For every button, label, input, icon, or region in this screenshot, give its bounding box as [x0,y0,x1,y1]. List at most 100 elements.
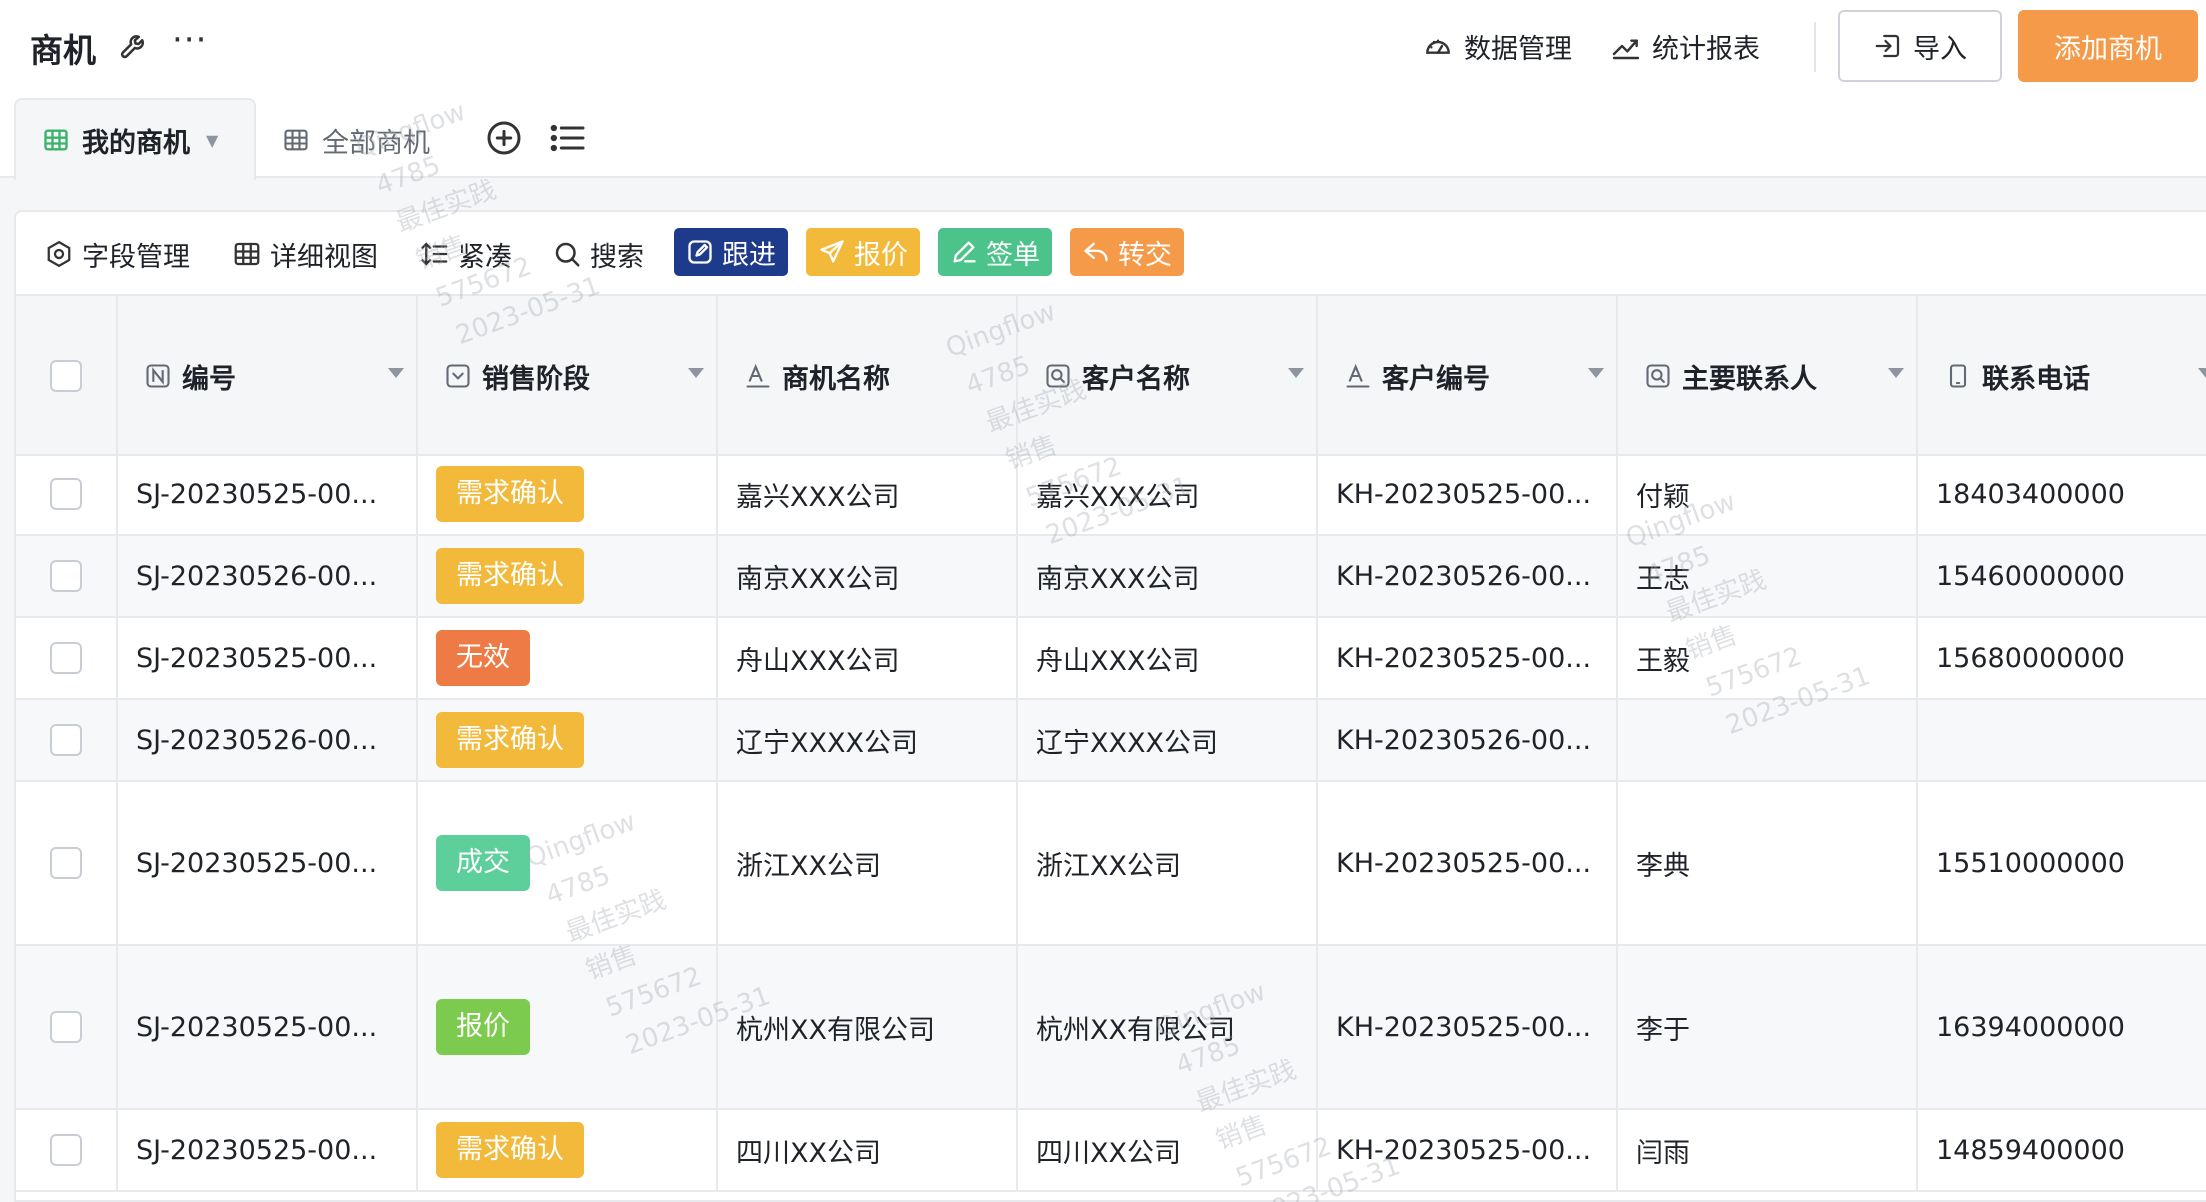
stage-tag: 成交 [436,835,530,891]
cell-customer-id-text: KH-20230525-00... [1336,1011,1592,1043]
add-view-icon[interactable] [484,118,524,158]
cell-id: SJ-20230526-00... [118,536,418,616]
cell-opportunity-name: 舟山XXX公司 [718,618,1018,698]
tab-my-opportunities-label: 我的商机 [82,127,190,159]
caret-down-icon[interactable]: ▼ [206,131,218,150]
pencil-icon [953,241,976,263]
select-all-checkbox[interactable] [50,360,82,392]
table-header: 编号 销售阶段 商机名称 客户名称 客户编号 主要联系人 联系电话 [16,294,2206,456]
cell-opportunity-name: 南京XXX公司 [718,536,1018,616]
cell-customer-name-text: 四川XX公司 [1036,1137,1181,1169]
cell-main-contact: 李于 [1618,946,1918,1108]
sort-caret-icon[interactable] [688,368,704,378]
import-button[interactable]: 导入 [1838,10,2002,82]
cell-phone-text: 16394000000 [1936,1011,2125,1043]
row-select-cell [16,1110,118,1190]
header-stage[interactable]: 销售阶段 [418,296,718,456]
row-checkbox[interactable] [50,1011,82,1043]
cell-phone-text: 14859400000 [1936,1134,2125,1166]
cell-customer-id: KH-20230525-00... [1318,1110,1618,1190]
wrench-icon[interactable] [118,28,152,62]
cell-id-text: SJ-20230525-00... [136,642,378,674]
cell-id: SJ-20230525-00... [118,946,418,1108]
more-icon[interactable]: ··· [172,23,212,62]
cell-stage: 无效 [418,618,718,698]
sort-caret-icon[interactable] [1588,368,1604,378]
cell-customer-id: KH-20230525-00... [1318,946,1618,1108]
cell-phone: 15680000000 [1918,618,2206,698]
table-row[interactable]: SJ-20230525-00... 报价 杭州XX有限公司 杭州XX有限公司 KH-20… [16,946,2206,1110]
detail-view-button[interactable]: 详细视图 [232,232,378,276]
header-opportunity-name[interactable]: 商机名称 [718,296,1018,456]
row-checkbox[interactable] [50,478,82,510]
compact-button[interactable]: 紧凑 [420,232,512,276]
select-field-icon [446,364,470,388]
tab-all-opportunities[interactable]: 全部商机 [282,120,430,160]
header-customer-name[interactable]: 客户名称 [1018,296,1318,456]
header-opportunity-name-label: 商机名称 [782,363,890,395]
cell-id-text: SJ-20230526-00... [136,560,378,592]
search-label: 搜索 [590,241,644,273]
transfer-button[interactable]: 转交 [1070,228,1184,276]
header-customer-id[interactable]: 客户编号 [1318,296,1618,456]
header-id[interactable]: 编号 [118,296,418,456]
sort-caret-icon[interactable] [2198,368,2206,378]
table-grid-icon [44,129,68,151]
settings-icon [47,240,71,268]
row-select-cell [16,946,118,1108]
sign-deal-button[interactable]: 签单 [938,228,1052,276]
data-management-label: 数据管理 [1464,33,1572,65]
row-select-cell [16,536,118,616]
row-select-cell [16,700,118,780]
cell-phone-text: 15510000000 [1936,847,2125,879]
row-checkbox[interactable] [50,642,82,674]
table-row[interactable]: SJ-20230526-00... 需求确认 南京XXX公司 南京XXX公司 KH-20… [16,536,2206,618]
header-customer-name-label: 客户名称 [1082,363,1190,395]
table-row[interactable]: SJ-20230525-00... 无效 舟山XXX公司 舟山XXX公司 KH-2023… [16,618,2206,700]
detail-view-label: 详细视图 [270,241,378,273]
view-list-icon[interactable] [548,118,588,158]
sort-caret-icon[interactable] [1888,368,1904,378]
cell-id-text: SJ-20230525-00... [136,478,378,510]
header-main-contact[interactable]: 主要联系人 [1618,296,1918,456]
statistics-report-link[interactable]: 统计报表 [1610,26,1760,66]
view-tab-bar: 我的商机 ▼ 全部商机 [0,98,2206,180]
edit-icon [688,240,712,264]
cell-stage: 报价 [418,946,718,1108]
row-select-cell [16,618,118,698]
cell-phone-text: 15680000000 [1936,642,2125,674]
add-opportunity-button[interactable]: 添加商机 [2018,10,2198,82]
stage-tag: 无效 [436,630,530,686]
cell-customer-id-text: KH-20230525-00... [1336,847,1592,879]
sort-caret-icon[interactable] [388,368,404,378]
table-row[interactable]: SJ-20230525-00... 需求确认 四川XX公司 四川XX公司 KH-2023… [16,1110,2206,1192]
follow-up-button[interactable]: 跟进 [674,228,788,276]
statistics-report-label: 统计报表 [1652,33,1760,65]
top-header: 商机 ··· 数据管理 统计报表 导入 添加商机 [0,0,2206,98]
cell-customer-name: 四川XX公司 [1018,1110,1318,1190]
search-button[interactable]: 搜索 [552,232,644,276]
dashboard-icon [1426,39,1450,54]
table-row[interactable]: SJ-20230525-00... 需求确认 嘉兴XXX公司 嘉兴XXX公司 KH-20… [16,454,2206,536]
row-checkbox[interactable] [50,560,82,592]
table-row[interactable]: SJ-20230526-00... 需求确认 辽宁XXXX公司 辽宁XXXX公司 KH-… [16,700,2206,782]
field-management-button[interactable]: 字段管理 [44,232,190,276]
sort-caret-icon[interactable] [1288,368,1304,378]
row-checkbox[interactable] [50,1134,82,1166]
data-management-link[interactable]: 数据管理 [1422,26,1572,66]
cell-customer-id-text: KH-20230525-00... [1336,642,1592,674]
stage-tag: 需求确认 [436,712,584,768]
header-phone[interactable]: 联系电话 [1918,296,2206,456]
cell-customer-id: KH-20230526-00... [1318,700,1618,780]
cell-id-text: SJ-20230525-00... [136,1134,378,1166]
stage-tag: 需求确认 [436,466,584,522]
table-row[interactable]: SJ-20230525-00... 成交 浙江XX公司 浙江XX公司 KH-202305… [16,782,2206,946]
sign-deal-label: 签单 [986,239,1040,271]
cell-customer-id: KH-20230525-00... [1318,782,1618,944]
tab-my-opportunities[interactable]: 我的商机 ▼ [14,98,256,180]
row-checkbox[interactable] [50,724,82,756]
number-field-icon [146,364,170,388]
row-checkbox[interactable] [50,847,82,879]
quote-button[interactable]: 报价 [806,228,920,276]
cell-phone [1918,700,2206,780]
